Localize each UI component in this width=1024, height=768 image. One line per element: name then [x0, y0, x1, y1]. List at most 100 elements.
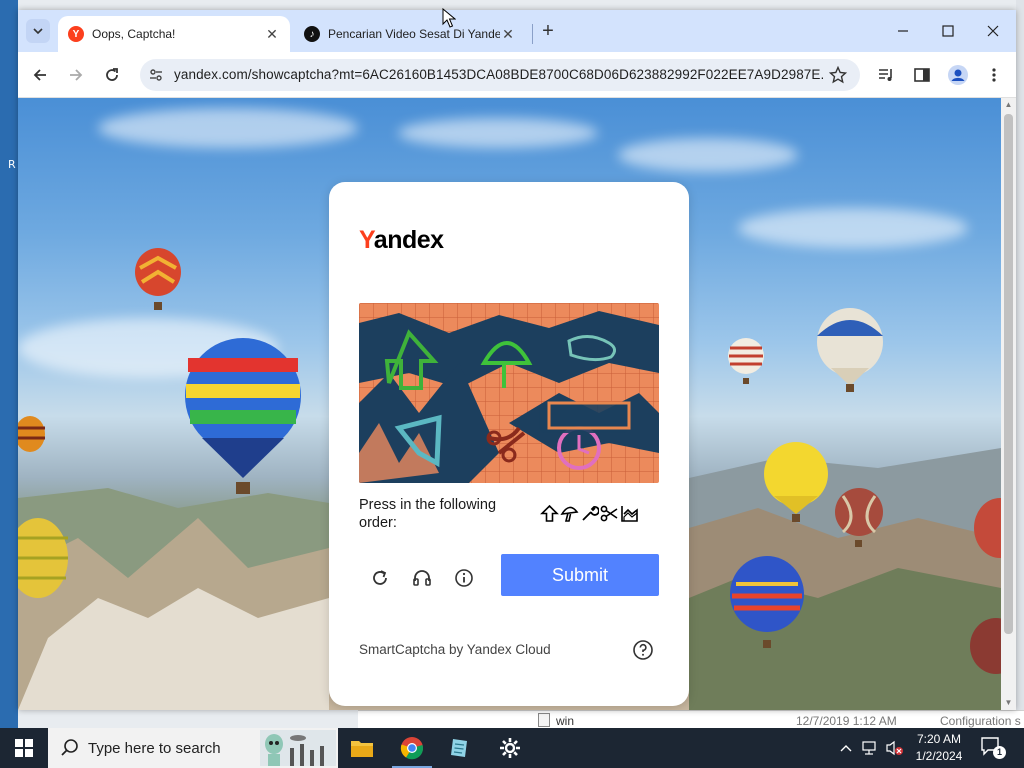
search-highlight-illustration	[260, 730, 336, 766]
tab-separator	[532, 24, 533, 44]
file-date: 12/7/2019 1:12 AM	[796, 714, 897, 728]
media-queue-icon	[879, 69, 892, 81]
forward-button[interactable]	[64, 63, 88, 87]
back-button[interactable]	[28, 63, 52, 87]
close-tab-icon[interactable]: ✕	[500, 26, 516, 42]
maximize-button[interactable]	[935, 18, 961, 44]
scrollbar-thumb[interactable]	[1004, 114, 1013, 634]
captcha-image[interactable]	[359, 303, 659, 483]
more-vertical-icon	[992, 68, 996, 82]
side-panel-icon	[914, 68, 930, 82]
tab-title: Oops, Captcha!	[92, 27, 176, 41]
help-icon[interactable]	[631, 638, 655, 662]
tab-search-button[interactable]	[26, 19, 50, 43]
scroll-up-icon[interactable]: ▲	[1004, 100, 1013, 109]
taskbar-notes-app[interactable]	[436, 728, 484, 768]
refresh-captcha-button[interactable]	[366, 564, 394, 592]
taskbar-chrome[interactable]	[388, 728, 436, 768]
network-icon	[862, 741, 876, 755]
new-tab-button[interactable]: +	[538, 20, 558, 42]
taskbar-file-explorer[interactable]	[338, 728, 386, 768]
tab-oops-captcha[interactable]: Y Oops, Captcha! ✕	[58, 16, 290, 52]
tab-pencarian-video[interactable]: ♪ Pencarian Video Sesat Di Yande ✕	[294, 16, 526, 52]
reload-button[interactable]	[100, 63, 124, 87]
url-text[interactable]: yandex.com/showcaptcha?mt=6AC26160B1453D…	[174, 67, 824, 82]
scroll-down-icon[interactable]: ▼	[1004, 698, 1013, 707]
folder-icon	[351, 741, 373, 757]
search-placeholder: Type here to search	[88, 740, 221, 757]
network-status[interactable]	[860, 728, 882, 768]
hot-air-balloon	[18, 416, 45, 452]
info-icon	[455, 569, 473, 587]
hot-air-balloon	[728, 338, 764, 384]
bookmark-star-icon[interactable]	[828, 65, 848, 85]
hot-air-balloon	[974, 498, 1001, 558]
desktop-edge: R	[0, 0, 18, 728]
side-panel-button[interactable]	[910, 63, 934, 87]
scissors-icon	[600, 505, 618, 522]
captcha-card: Yandex Press in the following order: Sub…	[329, 182, 689, 706]
notification-count: 1	[993, 746, 1006, 759]
captcha-instruction: Press in the following order:	[359, 497, 497, 531]
smartcaptcha-credit[interactable]: SmartCaptcha by Yandex Cloud	[359, 642, 551, 657]
site-settings-icon[interactable]	[148, 67, 164, 83]
arrow-up-icon	[540, 504, 559, 522]
menu-button[interactable]	[982, 63, 1006, 87]
search-icon	[61, 739, 78, 756]
info-button[interactable]	[450, 564, 478, 592]
page-viewport: Yandex Press in the following order: Sub…	[18, 98, 1001, 710]
arrow-left-icon	[33, 69, 46, 81]
notification-center-button[interactable]: 1	[980, 736, 1006, 760]
media-control-button[interactable]	[874, 63, 898, 87]
mouse-cursor-icon	[442, 8, 456, 28]
profile-avatar-icon	[948, 65, 968, 85]
file-type: Configuration s	[940, 714, 1021, 728]
browser-toolbar: yandex.com/showcaptcha?mt=6AC26160B1453D…	[18, 52, 1016, 98]
close-window-button[interactable]	[980, 18, 1006, 44]
captcha-order-icons	[540, 504, 639, 523]
hot-air-balloon	[18, 518, 68, 598]
browser-window: Y Oops, Captcha! ✕ ♪ Pencarian Video Ses…	[18, 10, 1016, 710]
windows-logo-icon	[15, 739, 33, 757]
hot-air-balloon	[835, 488, 883, 547]
chrome-icon	[400, 737, 424, 760]
minimize-icon	[898, 30, 908, 32]
tab-title: Pencarian Video Sesat Di Yande	[328, 27, 500, 41]
clock-date: 1/2/2024	[915, 749, 963, 763]
desktop-edge-text: R	[8, 158, 16, 171]
file-icon	[538, 713, 550, 727]
wrench-icon	[582, 506, 599, 521]
reload-icon	[106, 68, 118, 81]
start-button[interactable]	[0, 728, 48, 768]
audio-captcha-button[interactable]	[408, 564, 436, 592]
notes-icon	[451, 739, 467, 757]
hot-air-balloon	[764, 442, 828, 522]
maximize-icon	[942, 25, 954, 37]
close-tab-icon[interactable]: ✕	[264, 26, 280, 42]
captcha-puzzle-graphic	[359, 303, 659, 483]
close-icon	[987, 25, 999, 37]
chart-icon	[621, 506, 638, 522]
hot-air-balloon	[730, 556, 804, 648]
chevron-up-icon	[840, 745, 852, 752]
desktop-edge-right	[1016, 0, 1024, 728]
profile-button[interactable]	[946, 63, 970, 87]
windows-taskbar: Type here to search 7:20 AM 1/2/2024 1	[0, 728, 1024, 768]
page-scrollbar[interactable]: ▲ ▼	[1001, 98, 1016, 710]
system-clock[interactable]: 7:20 AM 1/2/2024	[906, 731, 972, 765]
yandex-icon: Y	[68, 26, 84, 42]
taskbar-search-box[interactable]: Type here to search	[48, 728, 338, 768]
refresh-icon	[373, 570, 387, 585]
submit-button[interactable]: Submit	[501, 554, 659, 596]
hot-air-balloon	[135, 248, 181, 310]
show-hidden-icons-button[interactable]	[836, 728, 856, 768]
address-bar[interactable]: yandex.com/showcaptcha?mt=6AC26160B1453D…	[140, 59, 860, 91]
file-name[interactable]: win	[556, 714, 574, 728]
volume-control[interactable]	[884, 728, 906, 768]
mushroom-icon	[560, 506, 579, 522]
arrow-right-icon	[70, 69, 83, 81]
minimize-button[interactable]	[890, 18, 916, 44]
clock-time: 7:20 AM	[916, 732, 962, 746]
taskbar-settings[interactable]	[486, 728, 534, 768]
hot-air-balloon	[185, 338, 301, 494]
